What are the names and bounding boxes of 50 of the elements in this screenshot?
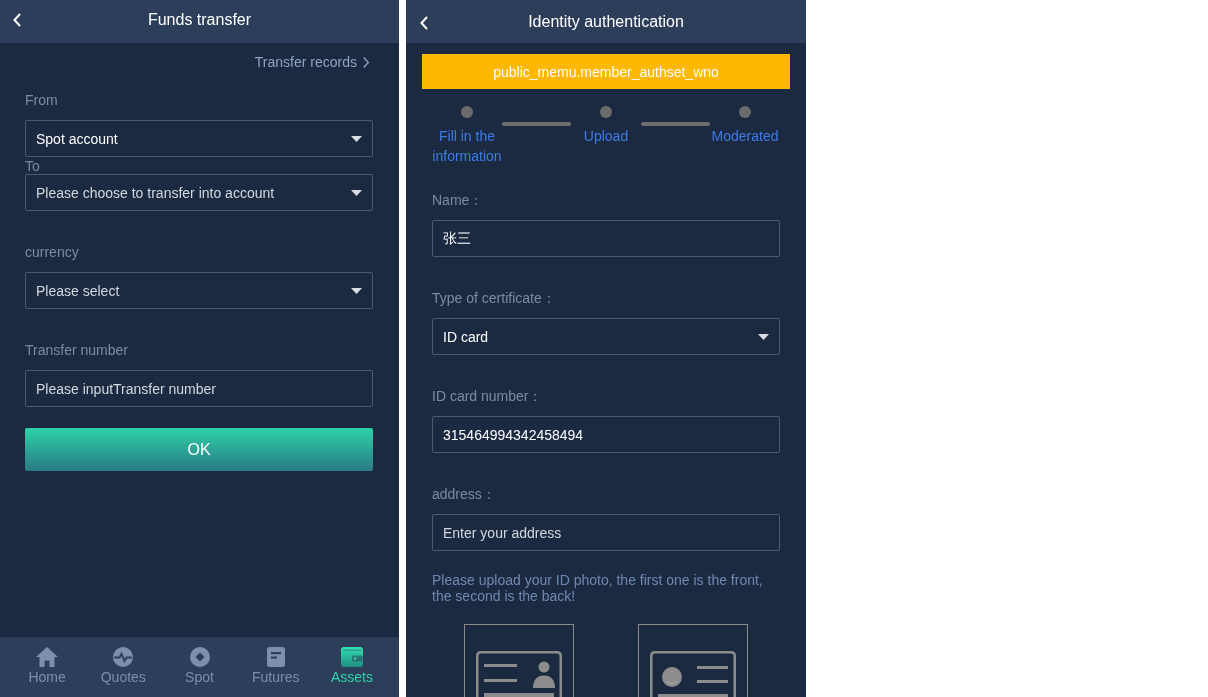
upload-instructions: Please upload your ID photo, the first one is the front, the second is the back!: [432, 572, 764, 604]
caret-down-icon: [351, 287, 362, 294]
caret-down-icon: [351, 189, 362, 196]
chevron-right-icon: [363, 56, 369, 68]
upload-box[interactable]: [464, 624, 574, 697]
dot-icon: [600, 106, 612, 118]
transfer-records-link[interactable]: Transfer records: [254, 52, 369, 72]
field-label: To: [25, 158, 40, 174]
document-icon: [266, 647, 285, 667]
dropdown-select[interactable]: Please choose to transfer into account: [25, 174, 373, 211]
input-field[interactable]: 张三: [432, 220, 780, 257]
notice-banner: public_memu.member_authset_wno: [422, 54, 790, 89]
upload-box[interactable]: [638, 624, 748, 697]
input-field[interactable]: 315464994342458494: [432, 416, 780, 453]
nav-tab[interactable]: Futures: [237, 638, 314, 697]
wallet-icon: [340, 647, 363, 667]
input-field[interactable]: Enter your address: [432, 514, 780, 551]
step-label: Fill in the information: [432, 127, 502, 166]
caret-down-icon: [758, 333, 769, 340]
field-label: ID card number：: [432, 387, 543, 406]
page-title: Identity authentication: [528, 11, 684, 32]
field-label: address：: [432, 485, 496, 504]
chevron-left-icon[interactable]: [13, 13, 21, 27]
nav-tab[interactable]: Quotes: [85, 638, 162, 697]
input-field[interactable]: Please inputTransfer number: [25, 370, 373, 407]
circle-wave-icon: [113, 647, 134, 667]
dropdown-select[interactable]: ID card: [432, 318, 780, 355]
field-label: Name：: [432, 191, 484, 210]
field-label: Type of certificate：: [432, 289, 556, 308]
nav-tab[interactable]: Spot: [161, 638, 238, 697]
step-label: Upload: [583, 127, 629, 146]
dropdown-select[interactable]: Spot account: [25, 120, 373, 157]
page-title: Funds transfer: [147, 9, 252, 30]
step-connector: [502, 122, 571, 126]
id-card-emblem-icon: [650, 651, 736, 697]
ok-button[interactable]: OK: [25, 428, 373, 471]
field-label: From: [25, 91, 58, 110]
house-icon: [36, 647, 59, 667]
field-label: Transfer number: [25, 341, 128, 360]
dropdown-select[interactable]: Please select: [25, 272, 373, 309]
chevron-left-icon[interactable]: [420, 16, 428, 30]
dot-icon: [739, 106, 751, 118]
field-label: currency: [25, 243, 79, 262]
step-connector: [641, 122, 710, 126]
dot-icon: [461, 106, 473, 118]
caret-down-icon: [351, 135, 362, 142]
id-card-icon: [476, 651, 562, 697]
nav-tab[interactable]: Home: [9, 638, 86, 697]
nav-tab[interactable]: Assets: [313, 638, 390, 697]
step-label: Moderated: [711, 127, 779, 146]
